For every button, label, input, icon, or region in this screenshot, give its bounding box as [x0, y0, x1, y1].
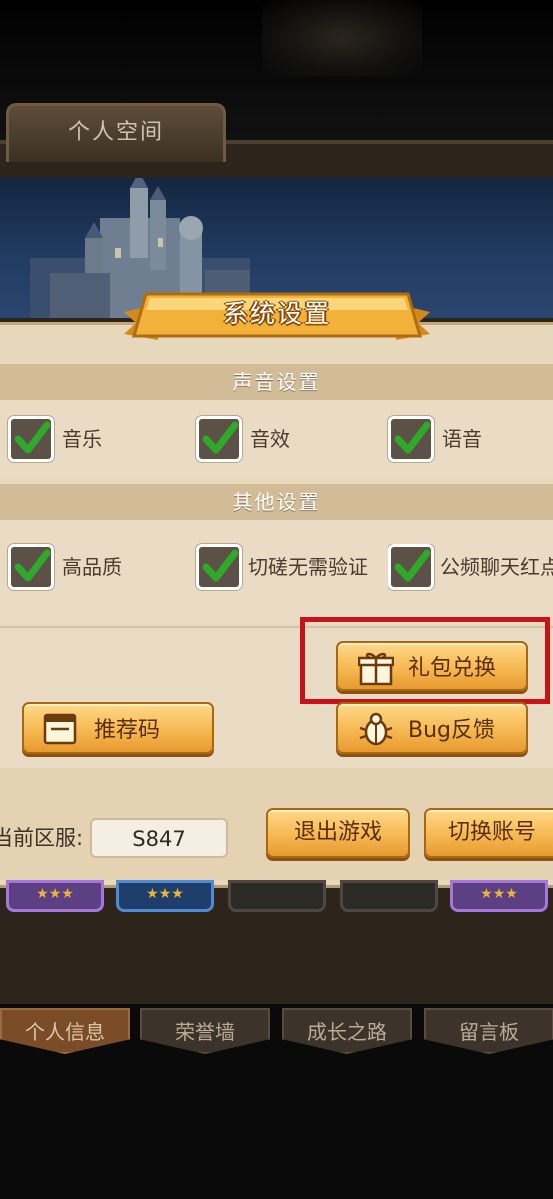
public-chat-dot-toggle[interactable]: 公频聊天红点: [388, 544, 553, 592]
bug-feedback-label: Bug反馈: [408, 718, 496, 743]
highlight-box: [300, 617, 550, 704]
bottom-dark-area: [0, 1060, 553, 1199]
check-icon[interactable]: [8, 544, 54, 590]
check-icon[interactable]: [196, 544, 242, 590]
hero-card[interactable]: [228, 880, 326, 912]
check-icon[interactable]: [388, 544, 434, 590]
tab-message-board[interactable]: 留言板: [424, 1008, 553, 1054]
sound-effects-label: 音效: [250, 427, 290, 451]
music-toggle[interactable]: 音乐: [8, 416, 158, 464]
voice-toggle[interactable]: 语音: [388, 416, 548, 464]
top-faint-figures: [262, 0, 422, 76]
referral-code-label: 推荐码: [94, 718, 161, 743]
sound-settings-header: 声音设置: [0, 364, 553, 400]
public-chat-dot-label: 公频聊天红点: [440, 555, 553, 579]
voice-label: 语音: [442, 427, 482, 451]
bug-feedback-button[interactable]: Bug反馈: [336, 702, 528, 754]
current-server-value: S847: [90, 818, 228, 858]
current-server-label: 当前区服:: [0, 826, 84, 850]
spar-no-verify-toggle[interactable]: 切磋无需验证: [196, 544, 382, 592]
bug-icon: [359, 712, 393, 746]
document-icon: [43, 713, 77, 745]
spar-no-verify-label: 切磋无需验证: [248, 555, 368, 579]
other-settings-header: 其他设置: [0, 484, 553, 520]
exit-game-button[interactable]: 退出游戏: [266, 808, 410, 858]
hero-card[interactable]: ★★★: [116, 880, 214, 912]
tab-growth-path[interactable]: 成长之路: [282, 1008, 412, 1054]
hero-card[interactable]: [340, 880, 438, 912]
check-icon[interactable]: [388, 416, 434, 462]
hero-card[interactable]: ★★★: [6, 880, 104, 912]
dialog-title: 系统设置: [222, 299, 331, 328]
tab-personal-space[interactable]: 个人空间: [6, 103, 226, 162]
high-quality-toggle[interactable]: 高品质: [8, 544, 168, 592]
tab-honor-wall[interactable]: 荣誉墙: [140, 1008, 270, 1054]
switch-account-button[interactable]: 切换账号: [424, 808, 553, 858]
high-quality-label: 高品质: [62, 555, 122, 579]
hero-card[interactable]: ★★★: [450, 880, 548, 912]
referral-code-button[interactable]: 推荐码: [22, 702, 214, 754]
music-label: 音乐: [62, 427, 102, 451]
tab-personal-info[interactable]: 个人信息: [0, 1008, 130, 1054]
check-icon[interactable]: [8, 416, 54, 462]
check-icon[interactable]: [196, 416, 242, 462]
sound-effects-toggle[interactable]: 音效: [196, 416, 356, 464]
